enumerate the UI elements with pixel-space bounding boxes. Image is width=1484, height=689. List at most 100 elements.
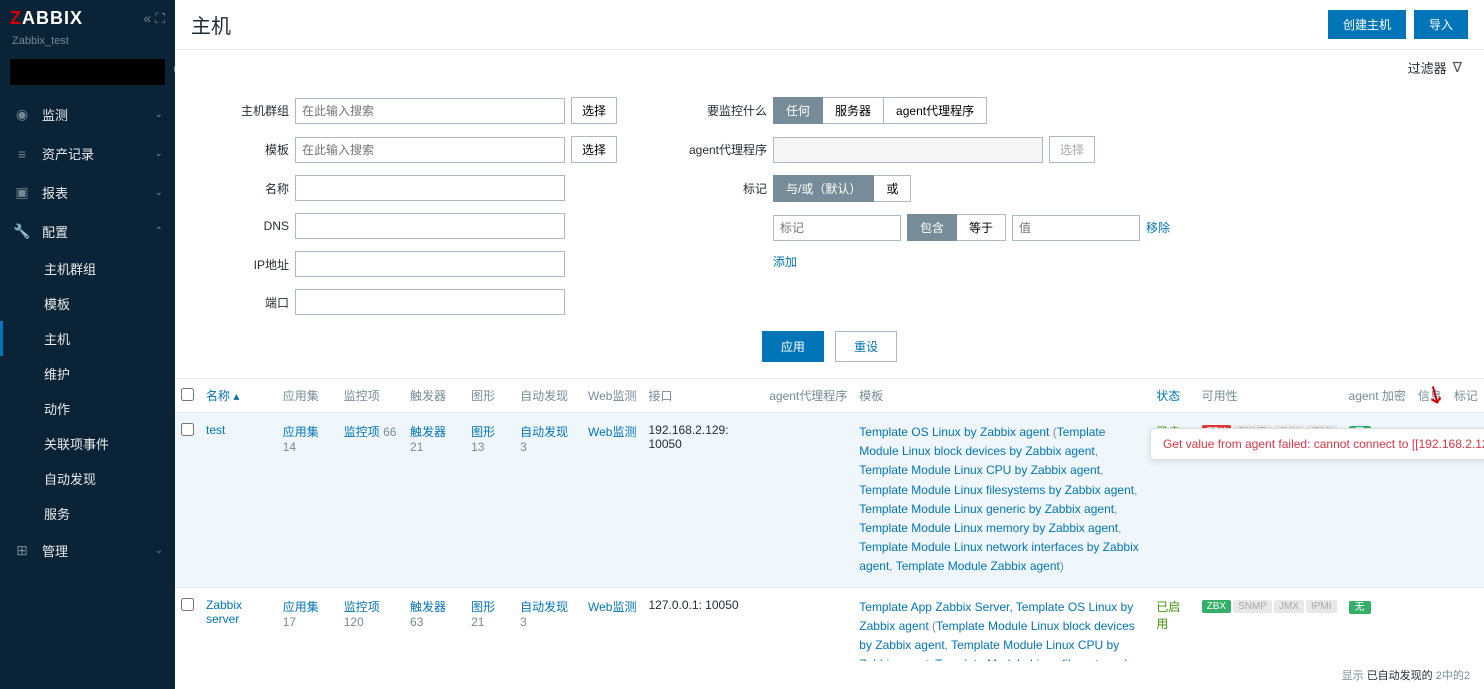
create-host-button[interactable]: 创建主机	[1328, 10, 1406, 39]
chevron-down-icon: ⌄	[155, 109, 163, 120]
graphs-link[interactable]: 图形	[471, 425, 495, 439]
nav-monitor[interactable]: ◉ 监测 ⌄	[0, 95, 175, 134]
footer-link[interactable]: 已自动发现的	[1367, 670, 1433, 682]
zbx-badge[interactable]: ZBX	[1202, 600, 1231, 613]
logo-text: ABBIX	[22, 8, 83, 28]
templates-select-button[interactable]: 选择	[571, 136, 617, 163]
ip-input[interactable]	[295, 251, 565, 277]
subnav-correlation[interactable]: 关联项事件	[0, 426, 175, 461]
footer-suffix: 2中的2	[1436, 670, 1470, 682]
col-agent-enc: agent 加密	[1343, 379, 1412, 413]
collapse-icon[interactable]: «	[143, 10, 151, 27]
nav-admin[interactable]: ⊞ 管理 ⌄	[0, 531, 175, 570]
monitorwhat-proxy[interactable]: agent代理程序	[884, 97, 987, 124]
error-tooltip: Get value from agent failed: cannot conn…	[1150, 428, 1484, 460]
reset-button[interactable]: 重设	[835, 331, 897, 362]
apps-link[interactable]: 应用集	[283, 425, 319, 439]
filter-col-left: 主机群组 选择 模板 选择 名称 DNS	[199, 97, 617, 315]
search-box[interactable]: 🔍	[10, 59, 165, 85]
encryption-badge: 无	[1349, 601, 1371, 614]
monitorwhat-group: 任何 服务器 agent代理程序	[773, 97, 987, 124]
col-availability: 可用性	[1196, 379, 1343, 413]
hostgroups-input[interactable]	[295, 98, 565, 124]
tag-name-input[interactable]	[773, 215, 901, 241]
tag-equals[interactable]: 等于	[957, 214, 1006, 241]
monitorwhat-server[interactable]: 服务器	[823, 97, 884, 124]
expand-icon[interactable]: ⛶	[155, 10, 165, 27]
subnav-hostgroups[interactable]: 主机群组	[0, 251, 175, 286]
import-button[interactable]: 导入	[1414, 10, 1468, 39]
subnav-templates[interactable]: 模板	[0, 286, 175, 321]
discovery-link[interactable]: 自动发现	[520, 425, 568, 439]
discovery-link[interactable]: 自动发现	[520, 600, 568, 614]
templates-cell: Template OS Linux by Zabbix agent (Templ…	[853, 413, 1150, 588]
col-triggers: 触发器	[404, 379, 465, 413]
triggers-link[interactable]: 触发器	[410, 600, 446, 614]
triggers-link[interactable]: 触发器	[410, 425, 446, 439]
header: 主机 创建主机 导入	[175, 0, 1484, 50]
tag-remove-link[interactable]: 移除	[1146, 219, 1170, 236]
logo-row: ZABBIX « ⛶	[0, 0, 175, 33]
col-status[interactable]: 状态	[1150, 379, 1195, 413]
tags-cell	[1448, 587, 1484, 661]
nav-config[interactable]: 🔧 配置 ⌃	[0, 212, 175, 251]
filter-toggle-label: 过滤器	[1408, 58, 1447, 77]
gear-icon: ⊞	[12, 542, 32, 559]
row-checkbox[interactable]	[181, 598, 194, 611]
name-input[interactable]	[295, 175, 565, 201]
logo[interactable]: ZABBIX	[10, 8, 83, 29]
select-all-checkbox[interactable]	[181, 388, 194, 401]
row-checkbox[interactable]	[181, 423, 194, 436]
funnel-icon: ∇	[1453, 59, 1462, 76]
port-label: 端口	[199, 294, 289, 311]
port-input[interactable]	[295, 289, 565, 315]
tag-value-input[interactable]	[1012, 215, 1140, 241]
footer-prefix: 显示	[1342, 670, 1364, 682]
subnav-discovery[interactable]: 自动发现	[0, 461, 175, 496]
col-name[interactable]: 名称 ▴	[200, 379, 277, 413]
tag-contains[interactable]: 包含	[907, 214, 957, 241]
interface-cell: 127.0.0.1: 10050	[642, 587, 763, 661]
chevron-up-icon: ⌃	[155, 226, 163, 237]
items-link[interactable]: 监控项	[344, 600, 380, 614]
subnav-services[interactable]: 服务	[0, 496, 175, 531]
graphs-link[interactable]: 图形	[471, 600, 495, 614]
hostgroups-select-button[interactable]: 选择	[571, 97, 617, 124]
search-input[interactable]	[18, 65, 173, 79]
items-link[interactable]: 监控项	[344, 425, 380, 439]
filter-area: 主机群组 选择 模板 选择 名称 DNS	[175, 81, 1484, 379]
subnav-maintenance[interactable]: 维护	[0, 356, 175, 391]
nav-label: 报表	[42, 183, 155, 202]
templates-input[interactable]	[295, 137, 565, 163]
chevron-down-icon: ⌄	[155, 187, 163, 198]
wrench-icon: 🔧	[12, 223, 32, 240]
dns-label: DNS	[199, 219, 289, 233]
host-name-link[interactable]: Zabbix server	[206, 598, 242, 626]
col-templates: 模板	[853, 379, 1150, 413]
interface-cell: 192.168.2.129: 10050	[642, 413, 763, 588]
eye-icon: ◉	[12, 106, 32, 123]
apply-button[interactable]: 应用	[762, 331, 824, 362]
subnav-hosts[interactable]: 主机	[0, 321, 175, 356]
apps-link[interactable]: 应用集	[283, 600, 319, 614]
filter-toggle[interactable]: 过滤器 ∇	[1400, 54, 1470, 81]
col-discovery: 自动发现	[514, 379, 582, 413]
tags-andor-default[interactable]: 与/或（默认）	[773, 175, 874, 202]
nav: ◉ 监测 ⌄ ≡ 资产记录 ⌄ ▣ 报表 ⌄ 🔧 配置 ⌃ 主机群组 模板	[0, 95, 175, 570]
host-name-link[interactable]: test	[206, 423, 225, 437]
tags-label: 标记	[677, 180, 767, 197]
web-link[interactable]: Web监测	[588, 425, 636, 439]
subnav-actions[interactable]: 动作	[0, 391, 175, 426]
tag-add-link[interactable]: 添加	[773, 253, 797, 270]
web-link[interactable]: Web监测	[588, 600, 636, 614]
monitorwhat-any[interactable]: 任何	[773, 97, 823, 124]
nav-inventory[interactable]: ≡ 资产记录 ⌄	[0, 134, 175, 173]
nav-reports[interactable]: ▣ 报表 ⌄	[0, 173, 175, 212]
hostgroups-label: 主机群组	[199, 102, 289, 119]
tags-or[interactable]: 或	[874, 175, 911, 202]
tags-andor: 与/或（默认） 或	[773, 175, 911, 202]
proxy-cell	[763, 413, 853, 588]
dns-input[interactable]	[295, 213, 565, 239]
tag-op-group: 包含 等于	[907, 214, 1006, 241]
status-link[interactable]: 已启用	[1156, 600, 1180, 631]
